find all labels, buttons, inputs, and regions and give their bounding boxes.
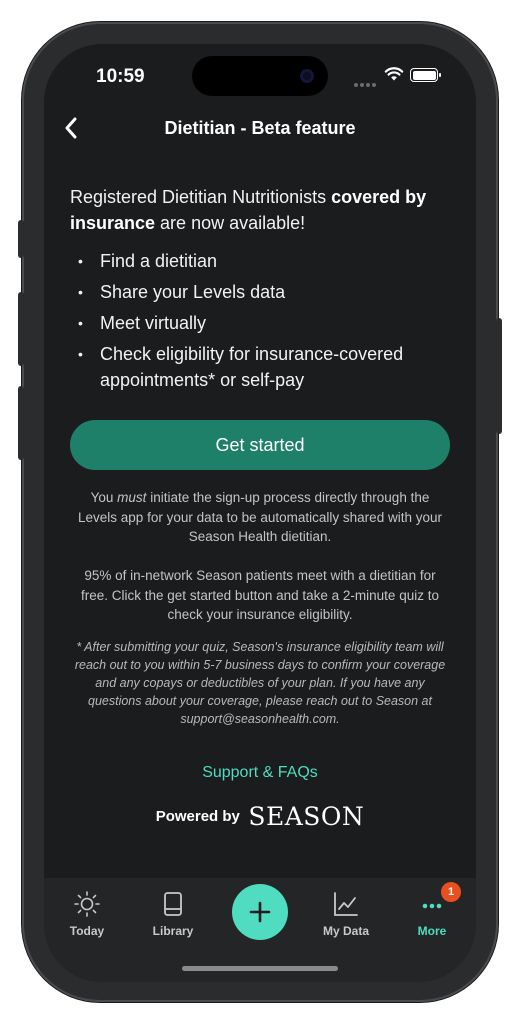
volume-down-button xyxy=(18,386,24,460)
support-faqs-link[interactable]: Support & FAQs xyxy=(44,764,476,782)
intro-text-after: are now available! xyxy=(155,213,306,233)
stats-notice: 95% of in-network Season patients meet w… xyxy=(81,568,439,622)
app-screen: 10:59 Dietitian - Beta feature Registere… xyxy=(44,44,476,982)
plus-icon xyxy=(249,901,271,923)
feature-list: Find a dietitian Share your Levels data … xyxy=(70,248,452,393)
cellular-signal-icon xyxy=(354,74,378,87)
footnote: * After submitting your quiz, Season's i… xyxy=(74,640,446,726)
intro-text-before: Registered Dietitian Nutritionists xyxy=(70,187,332,207)
wifi-icon xyxy=(384,67,404,81)
notification-badge: 1 xyxy=(441,882,461,902)
get-started-button[interactable]: Get started xyxy=(70,420,450,470)
dynamic-island xyxy=(192,56,328,96)
list-item: Meet virtually xyxy=(78,310,452,336)
tab-my-data-label: My Data xyxy=(322,924,369,938)
add-button[interactable] xyxy=(232,884,288,940)
nav-header: Dietitian - Beta feature xyxy=(44,108,476,148)
status-time: 10:59 xyxy=(96,66,145,87)
tab-today[interactable]: Today xyxy=(52,890,122,938)
tab-more[interactable]: 1 More xyxy=(397,882,467,938)
battery-icon xyxy=(410,68,441,82)
tab-today-label: Today xyxy=(69,924,105,938)
book-icon xyxy=(164,892,182,916)
list-item: Find a dietitian xyxy=(78,248,452,274)
action-button xyxy=(18,220,24,258)
season-logo: SEASON xyxy=(248,802,365,831)
sun-icon xyxy=(74,891,100,917)
tab-library-label: Library xyxy=(152,924,194,938)
tab-bar: Today Library My Data 1 More xyxy=(44,878,476,982)
status-bar: 10:59 xyxy=(44,44,476,108)
tab-library[interactable]: Library xyxy=(138,890,208,938)
home-indicator[interactable] xyxy=(182,966,338,971)
power-button xyxy=(496,318,502,434)
intro-text: Registered Dietitian Nutritionists cover… xyxy=(70,184,452,236)
intro-section: Registered Dietitian Nutritionists cover… xyxy=(70,184,452,398)
signup-notice: You must initiate the sign-up process di… xyxy=(74,488,446,547)
tab-more-label: More xyxy=(417,924,447,938)
powered-by: Powered by SEASON xyxy=(44,802,476,831)
volume-up-button xyxy=(18,292,24,366)
page-title: Dietitian - Beta feature xyxy=(164,118,356,138)
chart-icon xyxy=(334,892,358,916)
tab-my-data[interactable]: My Data xyxy=(311,890,381,938)
list-item: Check eligibility for insurance-covered … xyxy=(78,341,452,393)
camera-icon xyxy=(300,69,314,83)
signup-notice-before: You xyxy=(90,490,118,505)
powered-by-label: Powered by xyxy=(155,808,240,825)
list-item: Share your Levels data xyxy=(78,279,452,305)
signup-notice-emphasis: must xyxy=(117,490,147,505)
